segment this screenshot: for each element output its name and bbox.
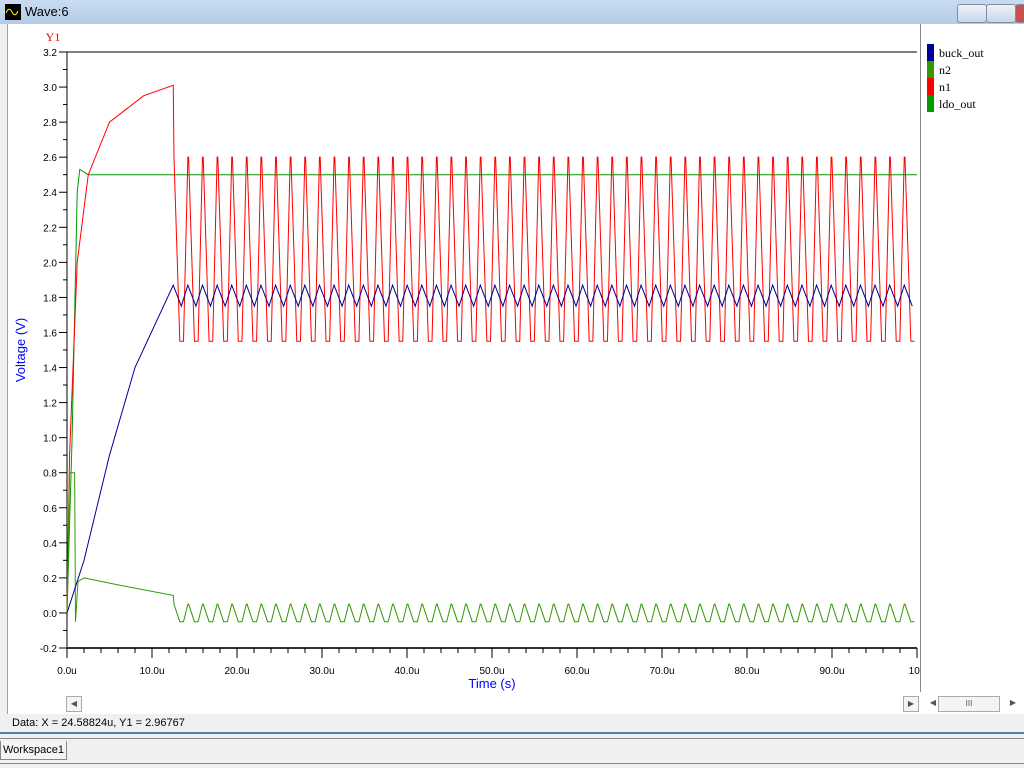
- y-tick-label: 2.4: [43, 188, 57, 199]
- legend-swatch: [927, 61, 934, 78]
- y-tick-label: 2.0: [43, 258, 57, 269]
- legend-label: n1: [939, 80, 951, 94]
- y-tick-label: 1.6: [43, 328, 57, 339]
- x-tick-label: 100: [909, 666, 920, 677]
- minimize-button[interactable]: [957, 4, 987, 23]
- x-tick-label: 20.0u: [224, 666, 249, 677]
- y-tick-label: -0.2: [40, 644, 58, 655]
- cursor-readout: Data: X = 24.58824u, Y1 = 2.96767: [12, 717, 185, 729]
- y-axis-title: Voltage (V): [13, 318, 28, 382]
- tab-workspace1[interactable]: Workspace1: [0, 741, 67, 760]
- x-axis-title: Time (s): [468, 676, 515, 691]
- x-tick-label: 10.0u: [139, 666, 164, 677]
- x-tick-label: 70.0u: [649, 666, 674, 677]
- scroll-left-button[interactable]: ◀: [66, 696, 82, 712]
- y-tick-label: 2.2: [43, 223, 57, 234]
- y-tick-label: 0.2: [43, 574, 57, 585]
- series-n2: [66, 472, 915, 623]
- y-tick-label: 1.2: [43, 399, 57, 410]
- y-tick-label: 0.8: [43, 469, 57, 480]
- x-tick-label: 30.0u: [309, 666, 334, 677]
- y-tick-label: 3.2: [43, 48, 57, 59]
- close-button[interactable]: [1015, 4, 1024, 23]
- x-tick-label: 40.0u: [394, 666, 419, 677]
- legend-label: ldo_out: [939, 97, 976, 111]
- legend-scroll-thumb[interactable]: III: [938, 696, 1000, 712]
- maximize-button[interactable]: [986, 4, 1016, 23]
- y-axis-name: Y1: [46, 30, 61, 44]
- y-tick-label: 2.8: [43, 118, 57, 129]
- x-tick-label: 0.0u: [57, 666, 76, 677]
- y-tick-label: 1.8: [43, 293, 57, 304]
- waveform-chart[interactable]: Y1 3.2 3.0 2.8 2.6 2.4 2.2 2.0 1.8 1.6 1.4 1.2 1.0 0.…: [0, 0, 920, 700]
- y-tick-label: 0.0: [43, 609, 57, 620]
- series-n1: [66, 84, 915, 613]
- legend-label: buck_out: [939, 46, 984, 60]
- legend-swatch: [927, 95, 934, 112]
- y-tick-label: 2.6: [43, 153, 57, 164]
- legend-scroll-right[interactable]: ▶: [1006, 696, 1020, 710]
- y-tick-label: 0.6: [43, 504, 57, 515]
- y-tick-label: 1.0: [43, 434, 57, 445]
- legend-label: n2: [939, 63, 951, 77]
- workspace-bar: Workspace1: [0, 738, 1024, 764]
- y-tick-label: 3.0: [43, 83, 57, 94]
- series-ldo_out: [66, 168, 917, 613]
- legend-swatch: [927, 78, 934, 95]
- x-tick-label: 80.0u: [734, 666, 759, 677]
- y-tick-label: 1.4: [43, 364, 57, 375]
- legend-swatch: [927, 44, 934, 61]
- x-tick-label: 60.0u: [564, 666, 589, 677]
- legend: buck_out n2 n1 ldo_out: [920, 24, 1024, 692]
- y-tick-label: 0.4: [43, 539, 57, 550]
- scroll-right-button[interactable]: ▶: [903, 696, 919, 712]
- x-tick-label: 90.0u: [819, 666, 844, 677]
- status-bar: Data: X = 24.58824u, Y1 = 2.96767: [0, 714, 1024, 734]
